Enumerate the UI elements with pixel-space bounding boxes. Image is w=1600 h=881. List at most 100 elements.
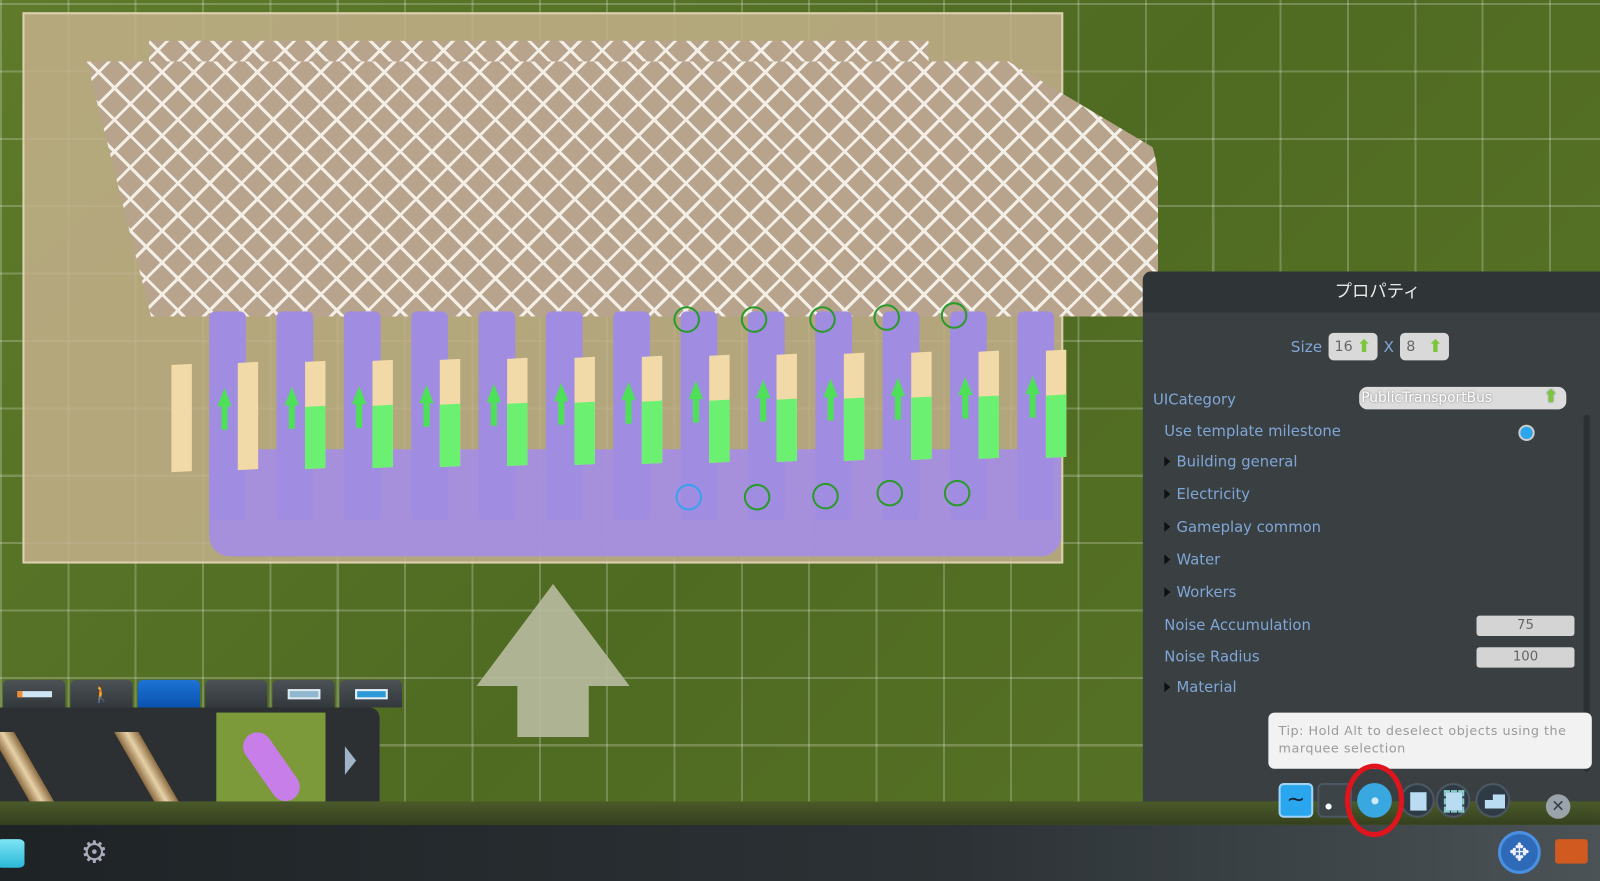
building-select-button[interactable] — [1475, 783, 1511, 818]
lane-direction-arrow — [352, 385, 367, 428]
parking-bay — [574, 356, 595, 466]
noise-accumulation-input[interactable]: 75 — [1476, 615, 1575, 637]
lane-direction-arrow — [419, 384, 434, 427]
selected-spawn-point-ring — [675, 483, 703, 511]
station-roof[interactable] — [86, 61, 1159, 317]
ui-category-dropdown[interactable]: PublicTransportBus ⬆ — [1359, 386, 1567, 410]
parking-bay — [372, 359, 393, 469]
scroll-right-arrow[interactable] — [344, 746, 357, 775]
spawn-point-ring — [873, 304, 900, 331]
size-length-field[interactable]: 8 ⬆ — [1400, 332, 1449, 361]
size-length-value: 8 — [1406, 338, 1416, 355]
lane-direction-arrow — [958, 376, 973, 419]
parking-bay — [237, 361, 259, 471]
size-width-value: 16 — [1334, 338, 1353, 355]
section-water[interactable]: Water — [1164, 552, 1221, 569]
spawn-point-ring — [876, 479, 904, 507]
section-label: Material — [1176, 679, 1237, 697]
asset-thumb-path-2[interactable] — [114, 722, 196, 814]
expand-icon — [1164, 456, 1171, 467]
noise-radius-label: Noise Radius — [1164, 649, 1260, 666]
tram-stop-icon — [354, 688, 388, 699]
parking-bay — [978, 350, 999, 459]
spawn-point-ring — [940, 302, 968, 329]
section-material[interactable]: Material — [1164, 679, 1237, 697]
marquee-select-icon — [1410, 792, 1427, 811]
size-separator: X — [1383, 337, 1395, 356]
marquee-select-button[interactable] — [1399, 783, 1435, 818]
asset-editor-icon[interactable] — [1555, 839, 1588, 864]
parking-bay — [911, 351, 932, 460]
lane-direction-arrow — [756, 379, 771, 422]
use-template-milestone-label: Use template milestone — [1164, 423, 1341, 441]
spawn-point-ring — [743, 483, 771, 511]
spawn-point-ring — [809, 306, 836, 333]
use-template-milestone-checkbox[interactable] — [1518, 424, 1535, 442]
lane-direction-arrow — [823, 378, 838, 421]
parking-bay — [709, 354, 730, 464]
spawn-point-ring — [812, 482, 839, 510]
bus-stop-tab[interactable] — [272, 679, 335, 708]
expand-icon — [1164, 489, 1171, 500]
section-label: Workers — [1176, 584, 1237, 602]
node-tool-icon — [1325, 803, 1332, 810]
bezier-tool-icon: ∼ — [1286, 787, 1306, 813]
parking-bay — [305, 360, 326, 470]
section-label: Electricity — [1176, 486, 1251, 504]
parking-bay — [439, 358, 461, 468]
parking-bay — [1045, 349, 1067, 458]
asset-category-tabs: 🚶 — [3, 679, 403, 708]
noise-accumulation-label: Noise Accumulation — [1164, 617, 1311, 634]
bus-stop-icon — [287, 688, 320, 699]
noise-radius-input[interactable]: 100 — [1476, 647, 1575, 668]
expand-icon — [1164, 554, 1171, 565]
multi-marquee-icon — [1443, 790, 1465, 813]
tip-tooltip: Tip: Hold Alt to deselect objects using … — [1268, 712, 1592, 769]
expand-icon — [1164, 521, 1171, 532]
pedestrian-tab[interactable]: 🚶 — [70, 679, 133, 708]
section-building-general[interactable]: Building general — [1164, 454, 1298, 471]
pedestrian-icon: 🚶 — [91, 684, 112, 704]
section-workers[interactable]: Workers — [1164, 585, 1236, 601]
increase-width-icon[interactable]: ⬆ — [1357, 336, 1372, 356]
parking-bay — [171, 363, 192, 473]
section-label: Gameplay common — [1176, 519, 1322, 536]
size-row: Size 16 ⬆ X 8 ⬆ — [1291, 332, 1449, 361]
lane-direction-arrow — [621, 381, 636, 424]
front-direction-arrow — [476, 583, 630, 738]
parking-bay — [641, 355, 663, 465]
size-width-field[interactable]: 16 ⬆ — [1328, 332, 1378, 361]
lane-direction-arrow — [1025, 375, 1040, 418]
expand-icon — [1164, 681, 1171, 693]
highlight-circle — [1344, 763, 1405, 838]
lane-direction-arrow — [554, 382, 569, 425]
game-viewport[interactable]: 🚶 プロパティ Size 16 ⬆ X 8 ⬆ UICategory Public… — [0, 0, 1600, 881]
selected-tab[interactable] — [137, 679, 200, 708]
ui-category-value: PublicTransportBus — [1361, 389, 1492, 407]
lane-direction-arrow — [486, 383, 502, 426]
lane-direction-arrow — [217, 387, 232, 430]
move-camera-icon[interactable]: ✥ — [1497, 831, 1541, 874]
empty-tab[interactable] — [205, 679, 268, 708]
parking-bay — [776, 353, 797, 462]
tram-stop-tab[interactable] — [339, 679, 403, 708]
section-electricity[interactable]: Electricity — [1164, 487, 1250, 503]
panel-title: プロパティ — [1142, 271, 1600, 313]
bezier-tool-button[interactable]: ∼ — [1278, 783, 1314, 818]
building-select-icon — [1484, 794, 1506, 809]
info-views-icon[interactable] — [0, 839, 25, 868]
increase-length-icon[interactable]: ⬆ — [1428, 336, 1443, 356]
close-icon[interactable]: ✕ — [1545, 794, 1571, 819]
dropdown-arrow-icon[interactable]: ⬆ — [1544, 386, 1559, 408]
section-label: Building general — [1176, 454, 1298, 471]
asset-thumb-path-1[interactable] — [0, 722, 82, 814]
settings-gear-icon[interactable]: ⚙ — [81, 837, 113, 869]
road-tab[interactable] — [3, 679, 66, 708]
section-gameplay-common[interactable]: Gameplay common — [1164, 520, 1321, 536]
section-label: Water — [1176, 552, 1221, 569]
lane-direction-arrow — [890, 377, 906, 420]
parking-bay — [507, 357, 528, 467]
spawn-point-ring — [673, 306, 700, 333]
multi-marquee-button[interactable] — [1435, 783, 1471, 818]
expand-icon — [1164, 587, 1171, 598]
